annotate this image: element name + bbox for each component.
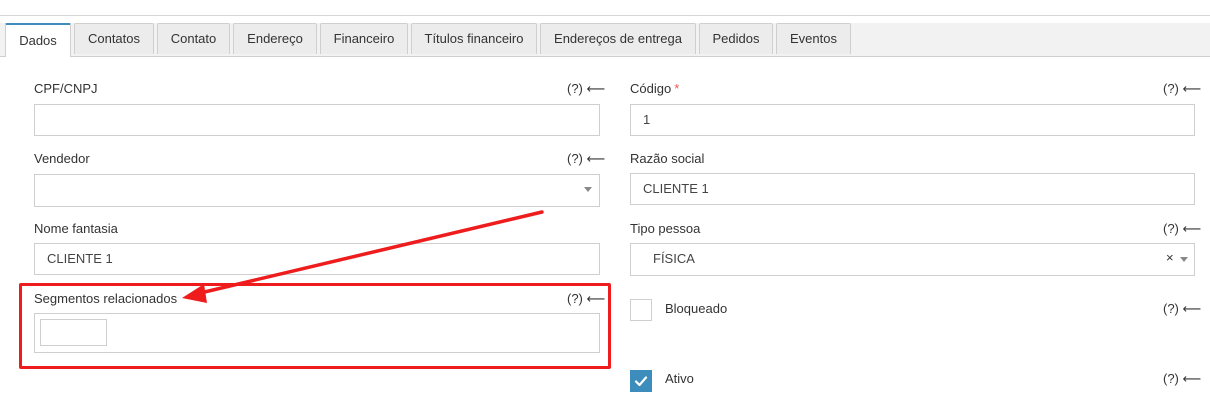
annotation-arrow-icon xyxy=(182,210,544,303)
tab-dados[interactable]: Dados xyxy=(5,23,71,57)
